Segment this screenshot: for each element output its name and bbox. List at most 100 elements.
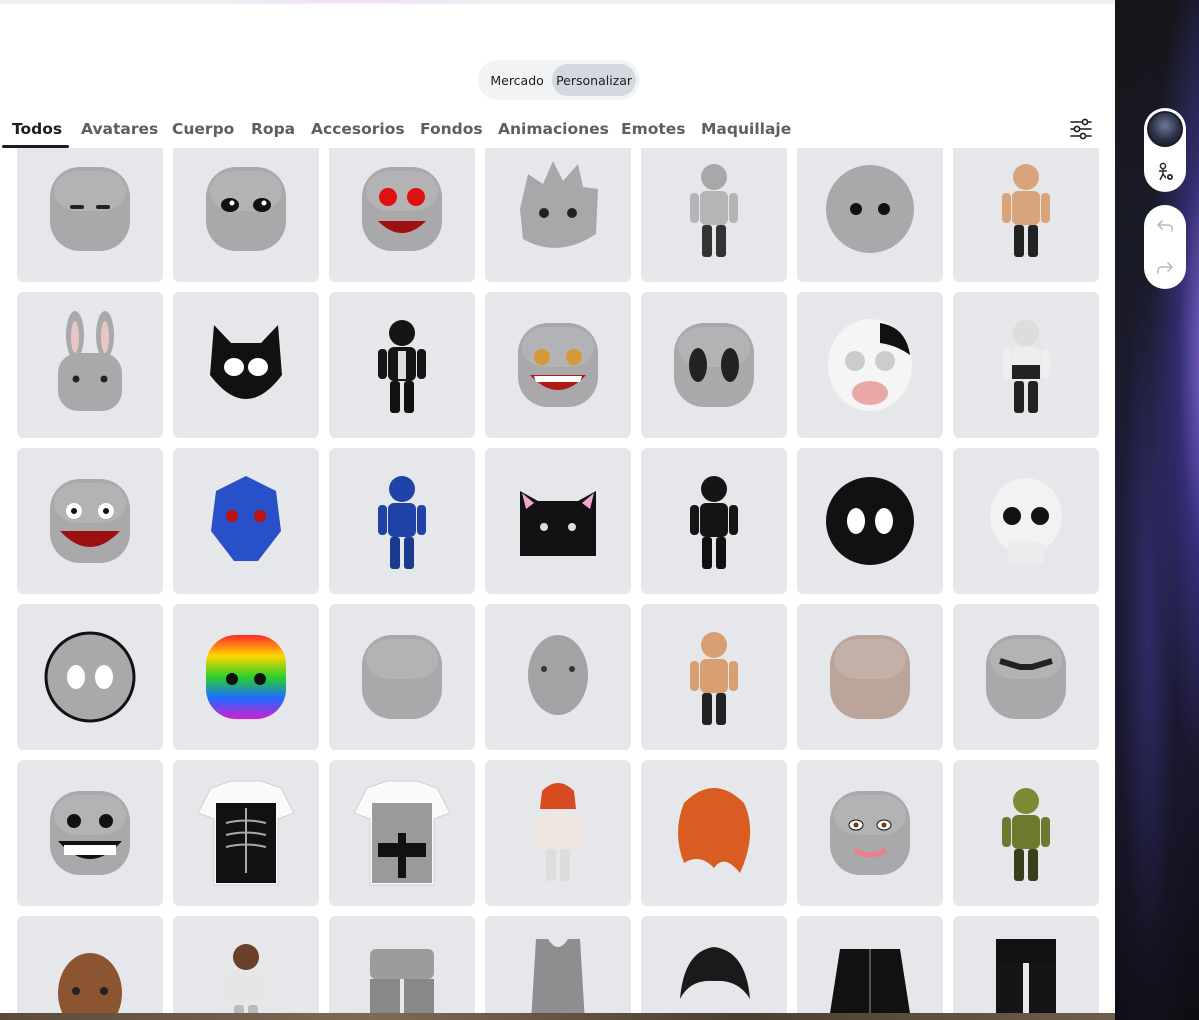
item-thumbnail-face-anime-eyes (206, 167, 286, 251)
item-thumbnail-hair-orange (678, 788, 751, 873)
catalog-item-face-woman[interactable] (797, 760, 943, 906)
item-thumbnail-face-round-eyes (44, 631, 136, 723)
item-thumbnail-head-bunny (58, 311, 122, 411)
segment-personalizar[interactable]: Personalizar (552, 64, 636, 96)
tab-ropa[interactable]: Ropa (251, 120, 295, 138)
catalog-item-head-black-cat[interactable] (485, 448, 631, 594)
catalog-item-head-spiky-hair[interactable] (485, 148, 631, 282)
item-thumbnail-shirt-ribcage (197, 780, 295, 886)
item-thumbnail-head-skull (990, 478, 1062, 565)
catalog-item-hair-black[interactable] (641, 916, 787, 1013)
tab-emotes[interactable]: Emotes (621, 120, 686, 138)
item-thumbnail-face-red-smile (362, 167, 442, 251)
item-thumbnail-head-plain (362, 635, 442, 719)
catalog-item-avatar-blue-skeleton[interactable] (329, 448, 475, 594)
catalog-item-shirt-ribcage[interactable] (173, 760, 319, 906)
catalog-item-avatar-gray-hoodie[interactable] (641, 148, 787, 282)
item-thumbnail-avatar-tan-body (1002, 164, 1050, 257)
catalog-item-face-angry-brow[interactable] (953, 604, 1099, 750)
avatar-thumbnail[interactable] (1147, 111, 1183, 147)
tab-cuerpo[interactable]: Cuerpo (172, 120, 234, 138)
catalog-item-avatar-goblin[interactable] (953, 760, 1099, 906)
catalog-item-avatar-cow-girl[interactable] (953, 292, 1099, 438)
catalog-item-avatar-girl[interactable] (173, 916, 319, 1013)
catalog-item-mask-cow[interactable] (797, 292, 943, 438)
catalog-grid (17, 148, 1099, 1013)
catalog-item-shirt-tank-top[interactable] (485, 916, 631, 1013)
item-thumbnail-pants-black (996, 939, 1056, 1013)
catalog-item-shirt-suit[interactable] (329, 760, 475, 906)
catalog-item-avatar-tan-body[interactable] (953, 148, 1099, 282)
catalog-item-mask-blue-skull[interactable] (173, 448, 319, 594)
item-thumbnail-head-brown (58, 953, 122, 1013)
tab-todos[interactable]: Todos (12, 120, 62, 138)
item-thumbnail-face-woman (830, 791, 910, 875)
item-thumbnail-avatar-black-cat (378, 320, 426, 413)
item-thumbnail-jacket-hoodie (830, 949, 910, 1013)
catalog-item-pants-gray[interactable] (329, 916, 475, 1013)
catalog-item-face-anime-eyes[interactable] (173, 148, 319, 282)
catalog-item-head-skull[interactable] (953, 448, 1099, 594)
catalog-item-head-bald-realistic[interactable] (485, 604, 631, 750)
tab-fondos[interactable]: Fondos (420, 120, 483, 138)
mode-switch: Mercado Personalizar (478, 60, 640, 100)
catalog-item-face-oval-eyes[interactable] (641, 292, 787, 438)
catalog-item-avatar-black-cat-block[interactable] (641, 448, 787, 594)
item-thumbnail-mask-blue-skull (211, 476, 281, 561)
item-thumbnail-shirt-suit (353, 780, 451, 886)
undo-icon[interactable] (1153, 214, 1177, 238)
catalog-grid-viewport[interactable] (0, 148, 1115, 1013)
catalog-item-mask-black-cat[interactable] (173, 292, 319, 438)
catalog-item-avatar-red-hair[interactable] (485, 760, 631, 906)
item-thumbnail-avatar-red-hair (534, 783, 582, 881)
item-thumbnail-face-sleepy (50, 167, 130, 251)
catalog-item-hair-orange[interactable] (641, 760, 787, 906)
item-thumbnail-face-oval-eyes (674, 323, 754, 407)
redo-icon[interactable] (1153, 256, 1177, 280)
avatar-settings-icon[interactable] (1153, 160, 1177, 184)
segment-mercado[interactable]: Mercado (482, 64, 552, 96)
avatar-controls (1144, 108, 1186, 192)
catalog-item-face-round-eyes[interactable] (17, 604, 163, 750)
catalog-item-avatar-muscle[interactable] (641, 604, 787, 750)
avatar-preview-panel (1115, 0, 1199, 1020)
item-thumbnail-head-spiky-hair (520, 161, 598, 248)
catalog-item-jacket-hoodie[interactable] (797, 916, 943, 1013)
catalog-item-face-crazy-grin[interactable] (17, 448, 163, 594)
background-strip (0, 1013, 1115, 1020)
item-thumbnail-face-dot-eyes (826, 165, 914, 253)
catalog-item-avatar-black-cat[interactable] (329, 292, 475, 438)
catalog-item-face-black-ball[interactable] (797, 448, 943, 594)
catalog-item-face-dot-eyes[interactable] (797, 148, 943, 282)
catalog-item-head-brown[interactable] (17, 916, 163, 1013)
item-thumbnail-head-marble (830, 635, 910, 719)
item-thumbnail-shirt-tank-top (531, 939, 585, 1013)
item-thumbnail-avatar-gray-hoodie (690, 164, 738, 257)
item-thumbnail-avatar-cow-girl (1002, 320, 1050, 413)
catalog-item-head-bunny[interactable] (17, 292, 163, 438)
tab-accesorios[interactable]: Accesorios (311, 120, 405, 138)
catalog-item-face-red-smile[interactable] (329, 148, 475, 282)
tab-maquillaje[interactable]: Maquillaje (701, 120, 791, 138)
item-thumbnail-face-crazy-grin (50, 479, 130, 563)
item-thumbnail-mask-cow (828, 319, 912, 411)
catalog-item-head-plain[interactable] (329, 604, 475, 750)
catalog-item-head-marble[interactable] (797, 604, 943, 750)
catalog-item-face-sleepy[interactable] (17, 148, 163, 282)
catalog-item-head-rainbow[interactable] (173, 604, 319, 750)
item-thumbnail-avatar-girl (222, 944, 270, 1013)
tab-animaciones[interactable]: Animaciones (498, 120, 609, 138)
item-thumbnail-avatar-goblin (1002, 788, 1050, 881)
catalog-item-face-big-teeth[interactable] (17, 760, 163, 906)
sliders-icon[interactable] (1068, 117, 1094, 141)
item-thumbnail-face-big-teeth (50, 791, 130, 875)
catalog-item-pants-black[interactable] (953, 916, 1099, 1013)
item-thumbnail-face-angry-brow (986, 635, 1066, 719)
item-thumbnail-pants-gray (370, 949, 434, 1013)
top-border (0, 0, 1115, 4)
catalog-item-face-swirl-grin[interactable] (485, 292, 631, 438)
item-thumbnail-avatar-black-cat-block (690, 476, 738, 569)
item-thumbnail-face-black-ball (826, 477, 914, 565)
tab-avatares[interactable]: Avatares (81, 120, 158, 138)
item-thumbnail-hair-black (680, 947, 750, 999)
